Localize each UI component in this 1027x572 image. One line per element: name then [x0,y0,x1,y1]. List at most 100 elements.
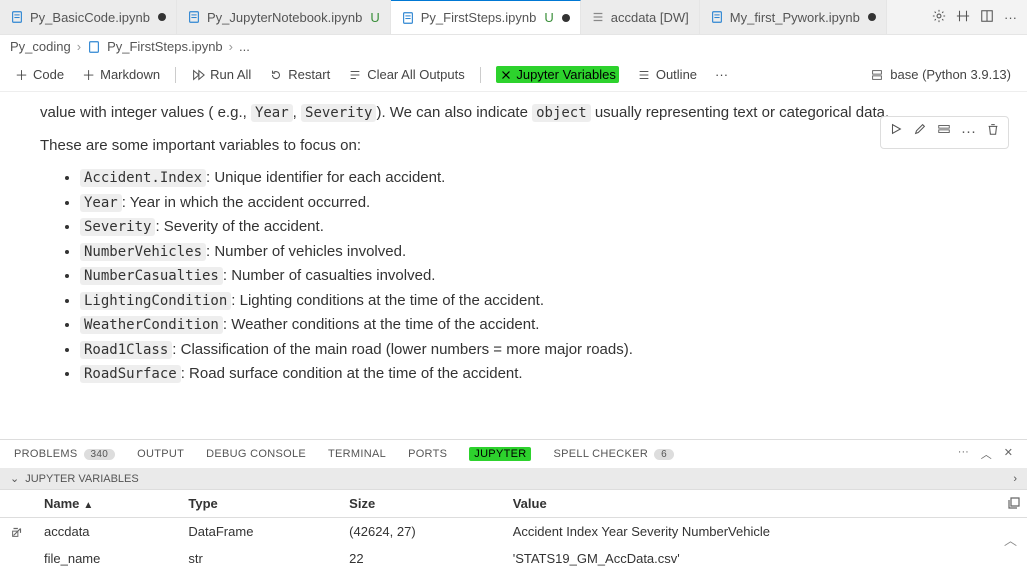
tab-actions: ··· [922,0,1027,34]
list-icon [591,10,605,24]
plus-icon: ＋ [15,65,28,84]
tab-jupyternotebook[interactable]: Py_JupyterNotebook.ipynb U [177,0,391,34]
diff-icon[interactable] [956,9,970,26]
restart-icon [269,68,283,82]
more-icon[interactable]: ··· [961,121,976,144]
code: object [532,104,591,122]
code: WeatherCondition [80,316,223,334]
panel-tab-problems[interactable]: PROBLEMS340 [14,448,115,460]
breadcrumb: Py_coding › Py_FirstSteps.ipynb › ... [0,35,1027,58]
separator [175,67,176,83]
chevron-up-icon[interactable]: ︿ [981,446,992,462]
label: Markdown [100,67,160,82]
panel-tabs: PROBLEMS340 OUTPUT DEBUG CONSOLE TERMINA… [0,439,1027,468]
editor-tab-bar: Py_BasicCode.ipynb Py_JupyterNotebook.ip… [0,0,1027,35]
server-icon [870,68,884,82]
text: : Number of vehicles involved. [206,243,406,260]
cell-name: file_name [34,545,178,572]
label: Outline [656,67,697,82]
file-icon [401,11,415,25]
code: RoadSurface [80,365,181,383]
crumb[interactable]: Py_coding [10,39,71,54]
file-icon [187,10,201,24]
more-icon[interactable]: ··· [958,446,969,462]
split-cell-icon[interactable] [937,121,951,144]
list-item: Year: Year in which the accident occurre… [80,192,987,215]
panel-tab-jupyter[interactable]: JUPYTER [469,447,531,461]
run-cell-icon[interactable] [889,121,903,144]
code: Year [80,194,122,212]
edit-icon[interactable] [913,121,927,144]
list-item: NumberVehicles: Number of vehicles invol… [80,241,987,264]
chevron-up-icon[interactable]: ︿ [1004,530,1017,549]
code: Road1Class [80,341,172,359]
panel-tab-terminal[interactable]: TERMINAL [328,448,386,460]
list-item: LightingCondition: Lighting conditions a… [80,290,987,313]
table-row[interactable]: file_name str 22 'STATS19_GM_AccData.csv… [0,545,1027,572]
tab-label: Py_JupyterNotebook.ipynb [207,10,362,25]
tab-myfirstpywork[interactable]: My_first_Pywork.ipynb [700,0,887,34]
text: : Weather conditions at the time of the … [223,316,540,333]
label: Code [33,67,64,82]
run-all-button[interactable]: Run All [184,64,258,85]
dirty-dot-icon [562,14,570,22]
tab-firststeps[interactable]: Py_FirstSteps.ipynb U [391,0,581,34]
list-item: NumberCasualties: Number of casualties i… [80,265,987,288]
code: NumberCasualties [80,267,223,285]
clear-icon [348,68,362,82]
outline-button[interactable]: Outline [630,64,704,85]
clear-outputs-button[interactable]: Clear All Outputs [341,64,472,85]
section-title: JUPYTER VARIABLES [25,473,139,485]
label: SPELL CHECKER [553,448,648,460]
open-icon[interactable] [0,518,34,546]
text: , [293,104,301,121]
delete-icon[interactable] [986,121,1000,144]
git-status: U [370,10,379,25]
split-icon[interactable] [980,9,994,26]
gear-icon[interactable] [932,9,946,26]
tab-label: accdata [DW] [611,10,689,25]
col-value[interactable]: Value [503,490,1027,518]
panel-tab-output[interactable]: OUTPUT [137,448,184,460]
tab-basiccode[interactable]: Py_BasicCode.ipynb [0,0,177,34]
col-type[interactable]: Type [178,490,339,518]
more-icon[interactable]: ··· [1004,10,1017,25]
variable-list: Accident.Index: Unique identifier for ea… [80,167,987,386]
tab-accdata[interactable]: accdata [DW] [581,0,700,34]
jupyter-variables-button[interactable]: Jupyter Variables [489,63,626,87]
col-name[interactable]: Name▲ [34,490,178,518]
notebook-content[interactable]: ··· value with integer values ( e.g., Ye… [0,92,1027,439]
vars-section-header[interactable]: ⌄ JUPYTER VARIABLES › [0,468,1027,490]
restart-button[interactable]: Restart [262,64,337,85]
code: Severity [80,218,155,236]
close-icon[interactable]: ✕ [1004,446,1013,462]
text: : Road surface condition at the time of … [181,365,523,382]
table-row[interactable]: accdata DataFrame (42624, 27) Accident I… [0,518,1027,546]
file-icon [710,10,724,24]
label: Restart [288,67,330,82]
panel-actions: ··· ︿ ✕ [958,446,1013,462]
chevron-right-icon[interactable]: › [1013,473,1017,485]
code: Accident.Index [80,169,206,187]
more-button[interactable]: ··· [708,64,735,85]
crumb[interactable]: Py_FirstSteps.ipynb [107,39,223,54]
vars-table-wrap: ︿ Name▲ Type Size Value accdata DataFram… [0,490,1027,572]
kernel-picker[interactable]: base (Python 3.9.13) [870,67,1019,82]
panel-tab-debug[interactable]: DEBUG CONSOLE [206,448,306,460]
badge: 6 [654,449,674,460]
restore-icon[interactable] [1007,494,1023,510]
panel-tab-spell[interactable]: SPELL CHECKER 6 [553,448,673,460]
col-size[interactable]: Size [339,490,503,518]
add-markdown-button[interactable]: ＋Markdown [75,62,167,87]
crumb[interactable]: ... [239,39,250,54]
variables-icon [499,68,513,82]
panel-tab-ports[interactable]: PORTS [408,448,447,460]
chevron-right-icon: › [229,39,233,54]
notebook-toolbar: ＋ Code ＋Markdown Run All Restart Clear Al… [0,58,1027,92]
list-item: Road1Class: Classification of the main r… [80,339,987,362]
cell-toolbar: ··· [880,116,1009,149]
text: value with integer values ( e.g., [40,104,251,121]
add-code-button[interactable]: ＋ Code [8,62,71,87]
play-all-icon [191,68,205,82]
chevron-right-icon: › [77,39,81,54]
